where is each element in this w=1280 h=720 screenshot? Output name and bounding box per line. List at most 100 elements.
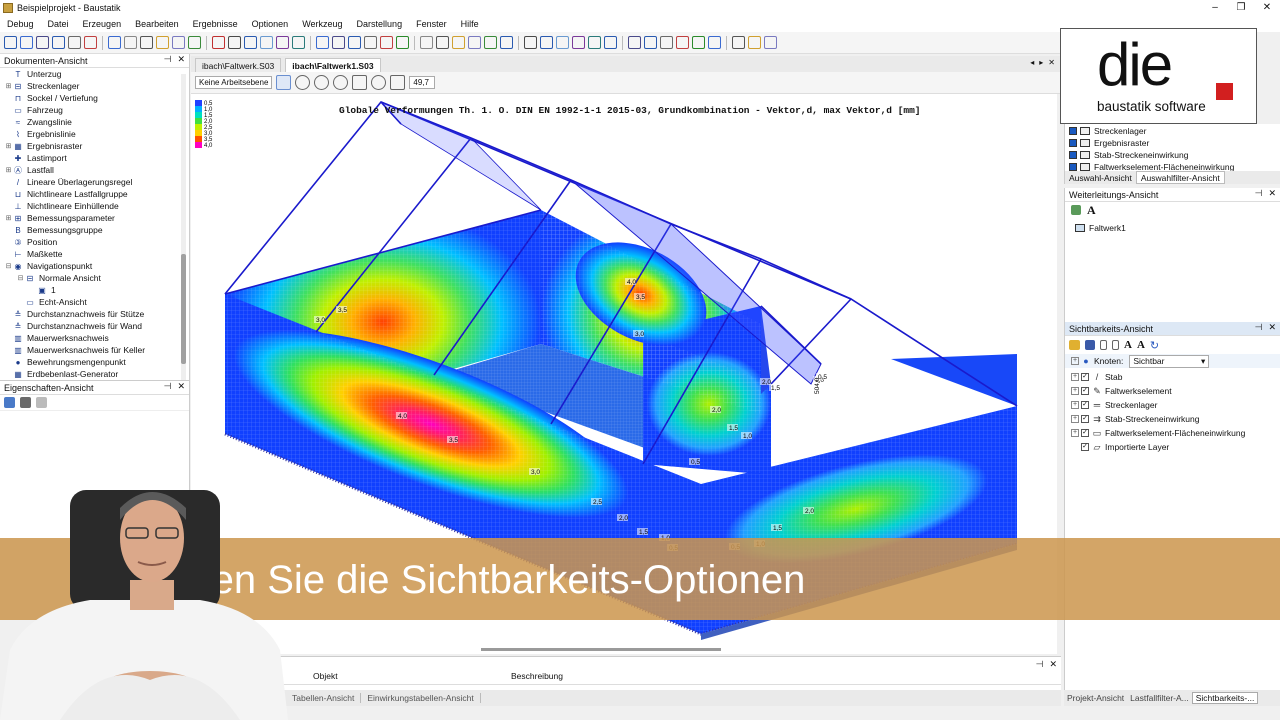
tree-item[interactable]: ⊞ ⊞ Bemessungsparameter xyxy=(0,212,180,224)
work-level-select[interactable]: Keine Arbeitsebene xyxy=(195,76,273,89)
visibility-item[interactable]: + ✓ / Stab xyxy=(1065,370,1280,384)
toolbar-button-icon[interactable] xyxy=(172,36,185,49)
toolbar-button-icon[interactable] xyxy=(68,36,81,49)
tree-scroll-thumb[interactable] xyxy=(181,254,186,364)
expand-icon[interactable]: ⊟ xyxy=(4,262,13,270)
tree-item[interactable]: ⊞ Ⓐ Lastfall xyxy=(0,164,180,176)
pin-icon[interactable]: ⊣ xyxy=(1255,322,1263,333)
toolbar-button-icon[interactable] xyxy=(660,36,673,49)
toolbar-button-icon[interactable] xyxy=(156,36,169,49)
tree-item[interactable]: ⊓ Sockel / Vertiefung xyxy=(0,92,180,104)
toolbar-button-icon[interactable] xyxy=(540,36,553,49)
toolbar-button-icon[interactable] xyxy=(124,36,137,49)
expand-icon[interactable]: ⊞ xyxy=(4,142,13,150)
tab-lastfallfilter[interactable]: Lastfallfilter-A... xyxy=(1127,693,1192,703)
expand-icon[interactable]: + xyxy=(1071,357,1079,365)
minimize-button[interactable]: – xyxy=(1202,0,1228,15)
checkbox[interactable] xyxy=(1069,139,1077,147)
font-increase-icon[interactable]: A xyxy=(1124,339,1132,351)
tree-item[interactable]: ▣ 1 xyxy=(0,284,180,296)
toolbar-button-icon[interactable] xyxy=(452,36,465,49)
maximize-button[interactable]: ❐ xyxy=(1228,0,1254,15)
toolbar-button-icon[interactable] xyxy=(468,36,481,49)
tab-projekt[interactable]: Projekt-Ansicht xyxy=(1064,693,1127,703)
tree-scrollbar[interactable] xyxy=(181,74,186,384)
visibility-checkbox[interactable]: ✓ xyxy=(1081,429,1089,437)
expand-icon[interactable]: + xyxy=(1071,415,1079,423)
tab-faltwerk1[interactable]: ibach\Faltwerk1.S03 xyxy=(285,58,381,72)
toolbar-button-icon[interactable] xyxy=(604,36,617,49)
tree-item[interactable]: ▥ Mauerwerksnachweis xyxy=(0,332,180,344)
pan-icon[interactable] xyxy=(352,75,368,90)
visibility-item[interactable]: ✓ ▱ Importierte Layer xyxy=(1065,440,1280,454)
menu-werkzeug[interactable]: Werkzeug xyxy=(295,19,349,29)
expand-icon[interactable]: + xyxy=(1071,401,1079,409)
menu-darstellung[interactable]: Darstellung xyxy=(350,19,410,29)
checkbox[interactable] xyxy=(1069,163,1077,171)
toolbar-button-icon[interactable] xyxy=(588,36,601,49)
close-icon[interactable]: ✕ xyxy=(1268,322,1276,333)
pin-icon[interactable]: ⊣ xyxy=(1255,188,1263,199)
expand-icon[interactable]: ⊟ xyxy=(16,274,25,282)
tree-item[interactable]: ⊢ Maßkette xyxy=(0,248,180,260)
forwarding-item[interactable]: Faltwerk1 xyxy=(1065,218,1280,238)
tab-tabellen[interactable]: Tabellen-Ansicht xyxy=(286,693,362,703)
menu-debug[interactable]: Debug xyxy=(0,19,41,29)
toolbar-button-icon[interactable] xyxy=(380,36,393,49)
tree-item[interactable]: ▥ Mauerwerksnachweis für Keller xyxy=(0,344,180,356)
property-pages-icon[interactable] xyxy=(36,397,47,408)
close-button[interactable]: ✕ xyxy=(1254,0,1280,15)
toolbar-button-icon[interactable] xyxy=(260,36,273,49)
toolbar-button-icon[interactable] xyxy=(364,36,377,49)
tree-item[interactable]: / Lineare Überlagerungsregel xyxy=(0,176,180,188)
tree-item[interactable]: ≈ Zwangslinie xyxy=(0,116,180,128)
pin-icon[interactable]: ⊣ xyxy=(1036,659,1044,670)
tree-item[interactable]: ▭ Fahrzeug xyxy=(0,104,180,116)
menu-bearbeiten[interactable]: Bearbeiten xyxy=(128,19,186,29)
tree-item[interactable]: ● Bewehrungsmengenpunkt xyxy=(0,356,180,368)
tree-item[interactable]: ✚ Lastimport xyxy=(0,152,180,164)
toolbar-button-icon[interactable] xyxy=(52,36,65,49)
tree-item[interactable]: ⌇ Ergebnislinie xyxy=(0,128,180,140)
select-cursor-icon[interactable] xyxy=(276,75,292,90)
toolbar-button-icon[interactable] xyxy=(348,36,361,49)
menu-erzeugen[interactable]: Erzeugen xyxy=(76,19,129,29)
tree-item[interactable]: ⊟ ◉ Navigationspunkt xyxy=(0,260,180,272)
canvas-hscrollbar[interactable] xyxy=(191,646,1057,654)
toolbar-button-icon[interactable] xyxy=(84,36,97,49)
toolbar-button-icon[interactable] xyxy=(676,36,689,49)
checkbox[interactable] xyxy=(1069,127,1077,135)
toolbar-button-icon[interactable] xyxy=(708,36,721,49)
selection-item[interactable]: Ergebnisraster xyxy=(1065,137,1280,149)
visibility-item[interactable]: + ✓ ⇉ Stab-Streckeneinwirkung xyxy=(1065,412,1280,426)
visibility-item[interactable]: + ✓ ▭ Faltwerkselement-Flächeneinwirkung xyxy=(1065,426,1280,440)
toolbar-button-icon[interactable] xyxy=(436,36,449,49)
list2-icon[interactable] xyxy=(1112,340,1119,350)
selection-item[interactable]: Stab-Streckeneinwirkung xyxy=(1065,149,1280,161)
tree-item[interactable]: ▦ Erdbebenlast-Generator xyxy=(0,368,180,380)
toolbar-button-icon[interactable] xyxy=(36,36,49,49)
expand-icon[interactable]: ⊞ xyxy=(4,214,13,222)
toolbar-button-icon[interactable] xyxy=(572,36,585,49)
tree-item[interactable]: T Unterzug xyxy=(0,68,180,80)
expand-icon[interactable] xyxy=(1071,443,1079,451)
toolbar-button-icon[interactable] xyxy=(244,36,257,49)
expand-icon[interactable]: + xyxy=(1071,373,1079,381)
visibility-checkbox[interactable]: ✓ xyxy=(1081,443,1089,451)
tab-auswahlfilter[interactable]: Auswahlfilter-Ansicht xyxy=(1135,171,1225,184)
menu-datei[interactable]: Datei xyxy=(41,19,76,29)
refresh-icon[interactable]: ↻ xyxy=(1150,339,1159,352)
close-icon[interactable]: ✕ xyxy=(177,381,185,392)
list-icon[interactable] xyxy=(1100,340,1107,350)
pin-icon[interactable]: ⊣ xyxy=(164,381,172,392)
close-icon[interactable]: ✕ xyxy=(1268,188,1276,199)
toolbar-button-icon[interactable] xyxy=(4,36,17,49)
toolbar-button-icon[interactable] xyxy=(140,36,153,49)
toolbar-button-icon[interactable] xyxy=(748,36,761,49)
toolbar-button-icon[interactable] xyxy=(644,36,657,49)
toolbar-button-icon[interactable] xyxy=(732,36,745,49)
menu-ergebnisse[interactable]: Ergebnisse xyxy=(186,19,245,29)
visibility-checkbox[interactable]: ✓ xyxy=(1081,387,1089,395)
toolbar-button-icon[interactable] xyxy=(764,36,777,49)
menu-hilfe[interactable]: Hilfe xyxy=(454,19,486,29)
